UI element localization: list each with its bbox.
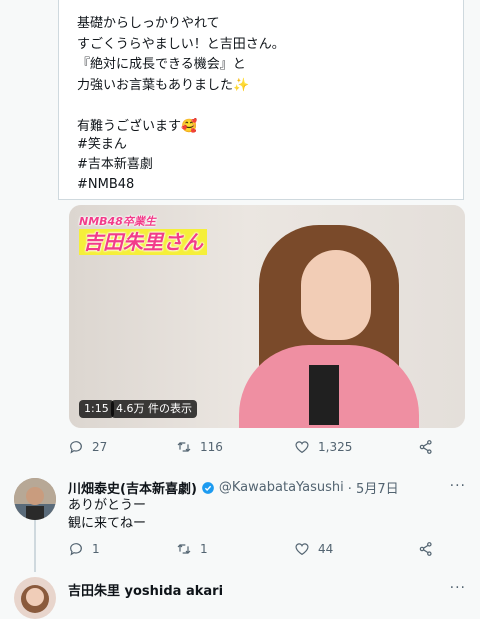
avatar[interactable]	[14, 577, 56, 619]
reply-count: 1	[92, 542, 100, 556]
video-player[interactable]: NMB48卒業生 吉田朱里さん 1:15 4.6万 件の表示	[69, 205, 465, 428]
verified-badge-icon	[202, 481, 214, 494]
video-duration: 1:15	[79, 400, 114, 418]
reply-author-name[interactable]: 川畑泰史(吉本新喜劇)	[68, 478, 197, 497]
reply-date[interactable]: · 5月7日	[348, 478, 399, 497]
video-person-shirt	[309, 365, 339, 425]
reply-icon	[70, 441, 82, 454]
reply-count: 27	[92, 440, 108, 454]
overlay-subtitle: NMB48卒業生	[79, 215, 156, 228]
like-count: 44	[318, 542, 334, 556]
reply-header: 吉田朱里 yoshida akari	[68, 580, 223, 599]
video-view-count: 4.6万 件の表示	[111, 400, 197, 418]
like-count: 1,325	[318, 440, 353, 454]
reply-header: 川畑泰史(吉本新喜劇) @KawabataYasushi · 5月7日	[68, 478, 399, 497]
reply-button[interactable]: 1	[68, 541, 100, 557]
retweet-count: 116	[200, 440, 223, 454]
reply-action-bar: 1 1 44	[68, 541, 440, 561]
retweet-button[interactable]: 116	[176, 439, 223, 455]
share-icon	[419, 542, 432, 556]
reply-author-name[interactable]: 吉田朱里 yoshida akari	[68, 580, 223, 599]
share-button[interactable]	[418, 541, 434, 557]
like-button[interactable]: 44	[294, 541, 333, 557]
retweet-button[interactable]: 1	[176, 541, 208, 557]
hashtag-list: #笑まん #吉本新喜劇 #NMB48	[77, 135, 153, 195]
retweet-icon	[177, 442, 191, 452]
share-icon	[419, 440, 432, 454]
avatar[interactable]	[14, 478, 56, 520]
more-options-icon[interactable]: ···	[450, 478, 466, 494]
retweet-icon	[177, 544, 191, 554]
reply-author-handle[interactable]: @KawabataYasushi	[219, 480, 344, 495]
tweet-action-bar: 27 116 1,325	[68, 439, 440, 459]
avatar-photo	[14, 577, 56, 619]
heart-icon	[295, 441, 309, 454]
like-button[interactable]: 1,325	[294, 439, 352, 455]
share-button[interactable]	[418, 439, 434, 455]
video-caption-overlay: NMB48卒業生 吉田朱里さん	[79, 215, 207, 255]
hashtag-link[interactable]: #吉本新喜劇	[77, 155, 153, 175]
video-person-face	[301, 250, 371, 340]
reply-icon	[70, 543, 82, 556]
reply-text: ありがとうー 観に来てねー	[68, 498, 147, 531]
more-options-icon[interactable]: ···	[450, 580, 466, 596]
retweet-count: 1	[200, 542, 208, 556]
overlay-title: 吉田朱里さん	[79, 229, 207, 255]
hashtag-link[interactable]: #NMB48	[77, 175, 153, 195]
heart-icon	[295, 543, 309, 556]
tweet-text: 基礎からしっかりやれて すごくうらやましい！と吉田さん。 『絶対に成長できる機会…	[77, 16, 285, 134]
hashtag-link[interactable]: #笑まん	[77, 135, 153, 155]
reply-button[interactable]: 27	[68, 439, 107, 455]
avatar-photo	[14, 478, 56, 520]
thread-connector	[34, 520, 36, 572]
